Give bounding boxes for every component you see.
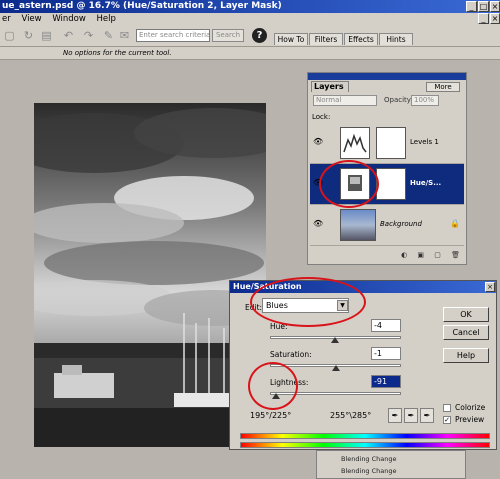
menu-item-view[interactable]: View [21, 14, 41, 24]
layer-row-background[interactable]: 👁 Background 🔒 [310, 205, 464, 246]
histogram-icon [343, 133, 367, 153]
search-input[interactable]: Enter search criteria [136, 29, 210, 42]
opacity-label: Opacity: [384, 96, 413, 104]
minimize-button[interactable]: _ [466, 1, 477, 12]
background-thumb [340, 209, 376, 241]
step-forward-icon[interactable]: ↷ [82, 29, 95, 42]
doc-minimize-button[interactable]: _ [478, 13, 489, 24]
saturation-label: Saturation: [270, 350, 312, 359]
menu-item-window[interactable]: Window [52, 14, 86, 24]
history-palette: Blending Change Blending Change [316, 450, 466, 479]
hue-slider-thumb[interactable] [331, 337, 339, 343]
eyedropper-plus-icon[interactable]: ✒ [404, 408, 418, 423]
preview-checkbox[interactable]: ✓ [443, 416, 451, 424]
photo-mail-icon[interactable]: ✉ [118, 29, 131, 42]
layer-mask-thumb [376, 127, 406, 159]
eyedropper-icon[interactable]: ✒ [388, 408, 402, 423]
palette-titlebar[interactable] [308, 73, 466, 80]
annotation-circle-lightness [248, 362, 298, 410]
preview-label: Preview [455, 415, 485, 424]
create-web-gallery-icon[interactable]: ✎ [102, 29, 115, 42]
close-icon[interactable]: × [485, 282, 495, 292]
cancel-button[interactable]: Cancel [443, 325, 489, 340]
saturation-slider-thumb[interactable] [332, 365, 340, 371]
tab-effects[interactable]: Effects [344, 33, 378, 45]
menu-item-help[interactable]: Help [97, 14, 116, 24]
colorize-checkbox[interactable] [443, 404, 451, 412]
lightness-input[interactable]: -91 [371, 375, 401, 388]
history-item[interactable]: Blending Change [341, 467, 397, 475]
layer-name: Background [380, 220, 422, 228]
redo-icon[interactable]: ↻ [22, 29, 35, 42]
step-backward-icon[interactable]: ↶ [62, 29, 75, 42]
new-icon[interactable]: ▢ [3, 29, 16, 42]
menu-item-filter[interactable]: er [2, 14, 11, 24]
tab-hints[interactable]: Hints [379, 33, 413, 45]
more-button[interactable]: More [426, 82, 460, 92]
opacity-input[interactable]: 100% [411, 95, 439, 106]
saturation-input[interactable]: -1 [371, 347, 401, 360]
help-button[interactable]: Help [443, 348, 489, 363]
eyedropper-minus-icon[interactable]: ✒ [420, 408, 434, 423]
tab-filters[interactable]: Filters [309, 33, 343, 45]
output-color-bar[interactable] [240, 442, 490, 448]
maximize-button[interactable]: □ [478, 1, 489, 12]
levels-thumb-icon [340, 127, 370, 159]
annotation-circle-edit [250, 277, 366, 327]
input-color-bar [240, 433, 490, 439]
help-icon[interactable]: ? [252, 28, 267, 43]
doc-close-button[interactable]: × [490, 13, 500, 24]
history-item[interactable]: Blending Change [341, 455, 397, 463]
blend-mode-select[interactable]: Normal [313, 95, 377, 106]
range-left-label: 195°/225° [250, 411, 292, 420]
hue-input[interactable]: -4 [371, 319, 401, 332]
ok-button[interactable]: OK [443, 307, 489, 322]
colorize-label: Colorize [455, 403, 486, 412]
tab-how-to[interactable]: How To [274, 33, 308, 45]
search-button[interactable]: Search [212, 29, 244, 42]
menu-bar: er View Window Help [0, 13, 500, 25]
window-title: ue_astern.psd @ 16.7% (Hue/Saturation 2,… [0, 0, 500, 13]
layers-footer-icons[interactable]: ◐ ▣ ▢ 🗑 [310, 251, 464, 263]
lock-icon: 🔒 [450, 219, 460, 228]
tab-layers[interactable]: Layers [311, 81, 349, 92]
eye-icon[interactable]: 👁 [313, 219, 323, 229]
layer-name: Hue/S... [410, 179, 442, 187]
annotation-circle-layer [319, 160, 379, 208]
options-message: No options for the current tool. [63, 49, 172, 57]
toolbar [0, 25, 500, 47]
lock-label: Lock: [312, 113, 331, 121]
layer-mask-thumb [376, 168, 406, 200]
layer-name: Levels 1 [410, 138, 439, 146]
layer-row-levels[interactable]: 👁 Levels 1 [310, 123, 464, 164]
eye-icon[interactable]: 👁 [313, 137, 323, 147]
print-icon[interactable]: ▤ [40, 29, 53, 42]
range-right-label: 255°\285° [330, 411, 372, 420]
close-button[interactable]: × [490, 1, 500, 12]
